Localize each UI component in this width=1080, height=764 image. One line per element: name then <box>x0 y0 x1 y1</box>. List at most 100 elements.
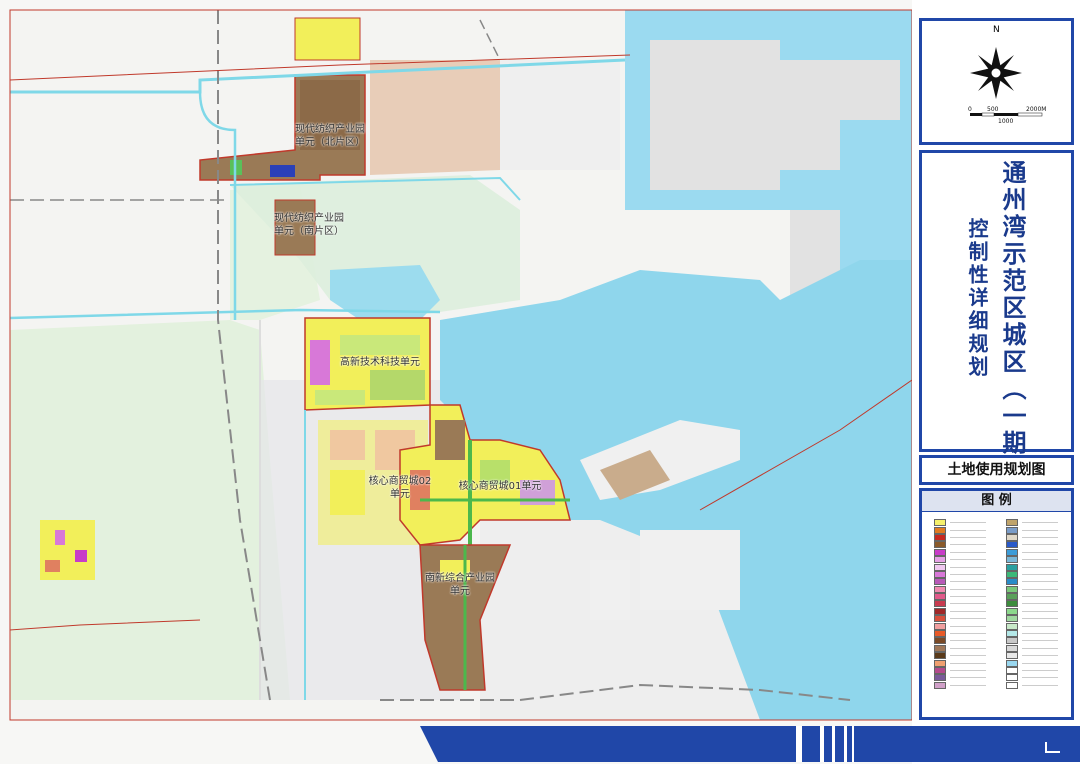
legend-swatch <box>934 644 946 652</box>
legend-text-placeholder <box>1022 581 1058 583</box>
legend-body <box>934 519 1074 719</box>
legend-item <box>934 593 1002 601</box>
legend-text-placeholder <box>950 625 986 627</box>
legend-item <box>934 615 1002 623</box>
legend-swatch <box>934 659 946 667</box>
legend-swatch <box>1006 622 1018 630</box>
label-textile-north: 现代纺织产业园 单元（北片区） <box>295 124 365 148</box>
legend-swatch <box>934 519 946 527</box>
legend-swatch <box>1006 637 1018 645</box>
legend-text-placeholder <box>950 581 986 583</box>
legend-text-placeholder <box>1022 536 1058 538</box>
legend-item <box>934 600 1002 608</box>
legend-text-placeholder <box>1022 677 1058 679</box>
legend-swatch <box>1006 615 1018 623</box>
legend-swatch <box>1006 600 1018 608</box>
label-integrated: 南新综合产业园 单元 <box>425 573 495 597</box>
legend-swatch <box>1006 681 1018 689</box>
plan-subtitle: 控制性详细规划 <box>965 218 989 379</box>
legend-swatch <box>934 622 946 630</box>
legend-text-placeholder <box>950 551 986 553</box>
legend-text-placeholder <box>950 596 986 598</box>
legend-swatch <box>934 593 946 601</box>
legend-text-placeholder <box>950 662 986 664</box>
legend-text-placeholder <box>1022 640 1058 642</box>
legend-text-placeholder <box>950 618 986 620</box>
legend-item <box>934 548 1002 556</box>
legend-item <box>1006 652 1074 660</box>
legend-text-placeholder <box>950 536 986 538</box>
legend-swatch <box>934 526 946 534</box>
legend-swatch <box>934 674 946 682</box>
legend-item <box>934 630 1002 638</box>
legend-text-placeholder <box>1022 551 1058 553</box>
legend-swatch <box>934 578 946 586</box>
legend-item <box>1006 681 1074 689</box>
label-hub02: 核心商贸城02 单元 <box>368 476 432 500</box>
legend-swatch <box>1006 644 1018 652</box>
legend-text-placeholder <box>1022 655 1058 657</box>
scale-label-0: 0 <box>968 106 972 113</box>
legend-item <box>934 681 1002 689</box>
legend-text-placeholder <box>950 670 986 671</box>
sheet-title: 土地使用规划图 <box>919 455 1074 485</box>
compass-box: N 0 500 2000M 1000 <box>919 18 1074 145</box>
legend-item <box>934 563 1002 571</box>
legend-item <box>1006 585 1074 593</box>
legend-swatch <box>934 563 946 571</box>
legend-swatch <box>934 607 946 615</box>
legend-swatch <box>1006 519 1018 527</box>
land-use-map <box>9 9 912 721</box>
legend-swatch <box>1006 541 1018 549</box>
legend-text-placeholder <box>950 573 986 575</box>
legend-item <box>934 637 1002 645</box>
scale-label-500: 500 <box>987 106 999 113</box>
legend-swatch <box>934 652 946 660</box>
legend-text-placeholder <box>1022 647 1058 649</box>
legend-swatch <box>934 585 946 593</box>
legend-text-placeholder <box>1022 633 1058 635</box>
scale-label-2000: 2000M <box>1026 106 1047 113</box>
legend-swatch <box>934 600 946 608</box>
legend-swatch <box>1006 548 1018 556</box>
legend-swatch <box>1006 563 1018 571</box>
legend-item <box>1006 607 1074 615</box>
legend-swatch <box>934 533 946 541</box>
legend-text-placeholder <box>1022 618 1058 620</box>
legend-item <box>1006 563 1074 571</box>
legend-item <box>1006 667 1074 674</box>
legend-text-placeholder <box>950 655 986 657</box>
legend-item <box>1006 659 1074 667</box>
legend-swatch <box>1006 667 1018 674</box>
legend-text-placeholder <box>950 603 986 605</box>
legend-text-placeholder <box>950 640 986 642</box>
legend-swatch <box>1006 593 1018 601</box>
legend-text-placeholder <box>1022 603 1058 605</box>
footer-bar <box>420 726 1080 762</box>
legend-swatch <box>934 541 946 549</box>
legend-swatch <box>934 667 946 674</box>
legend-item <box>1006 556 1074 564</box>
legend-swatch <box>1006 674 1018 682</box>
legend-item <box>934 533 1002 541</box>
compass-icon <box>970 47 1043 117</box>
legend-swatch <box>934 570 946 578</box>
plan-title: 通州湾示范区城区（一期） <box>998 160 1026 484</box>
legend-swatch <box>1006 526 1018 534</box>
scale-bar <box>970 112 1043 117</box>
legend-text-placeholder <box>1022 662 1058 664</box>
legend-swatch <box>934 556 946 564</box>
label-hub01: 核心商贸城01单元 <box>458 481 542 492</box>
legend-swatch <box>1006 585 1018 593</box>
label-textile-south: 现代纺织产业园 单元（南片区） <box>274 213 344 237</box>
legend-item <box>1006 578 1074 586</box>
legend-swatch <box>1006 630 1018 638</box>
legend-item <box>1006 615 1074 623</box>
legend-swatch <box>1006 570 1018 578</box>
legend-text-placeholder <box>950 522 986 524</box>
legend-text-placeholder <box>950 610 986 612</box>
legend-title: 图 例 <box>922 491 1071 512</box>
legend-text-placeholder <box>1022 522 1058 524</box>
legend-item <box>934 674 1002 682</box>
legend-item <box>1006 526 1074 534</box>
